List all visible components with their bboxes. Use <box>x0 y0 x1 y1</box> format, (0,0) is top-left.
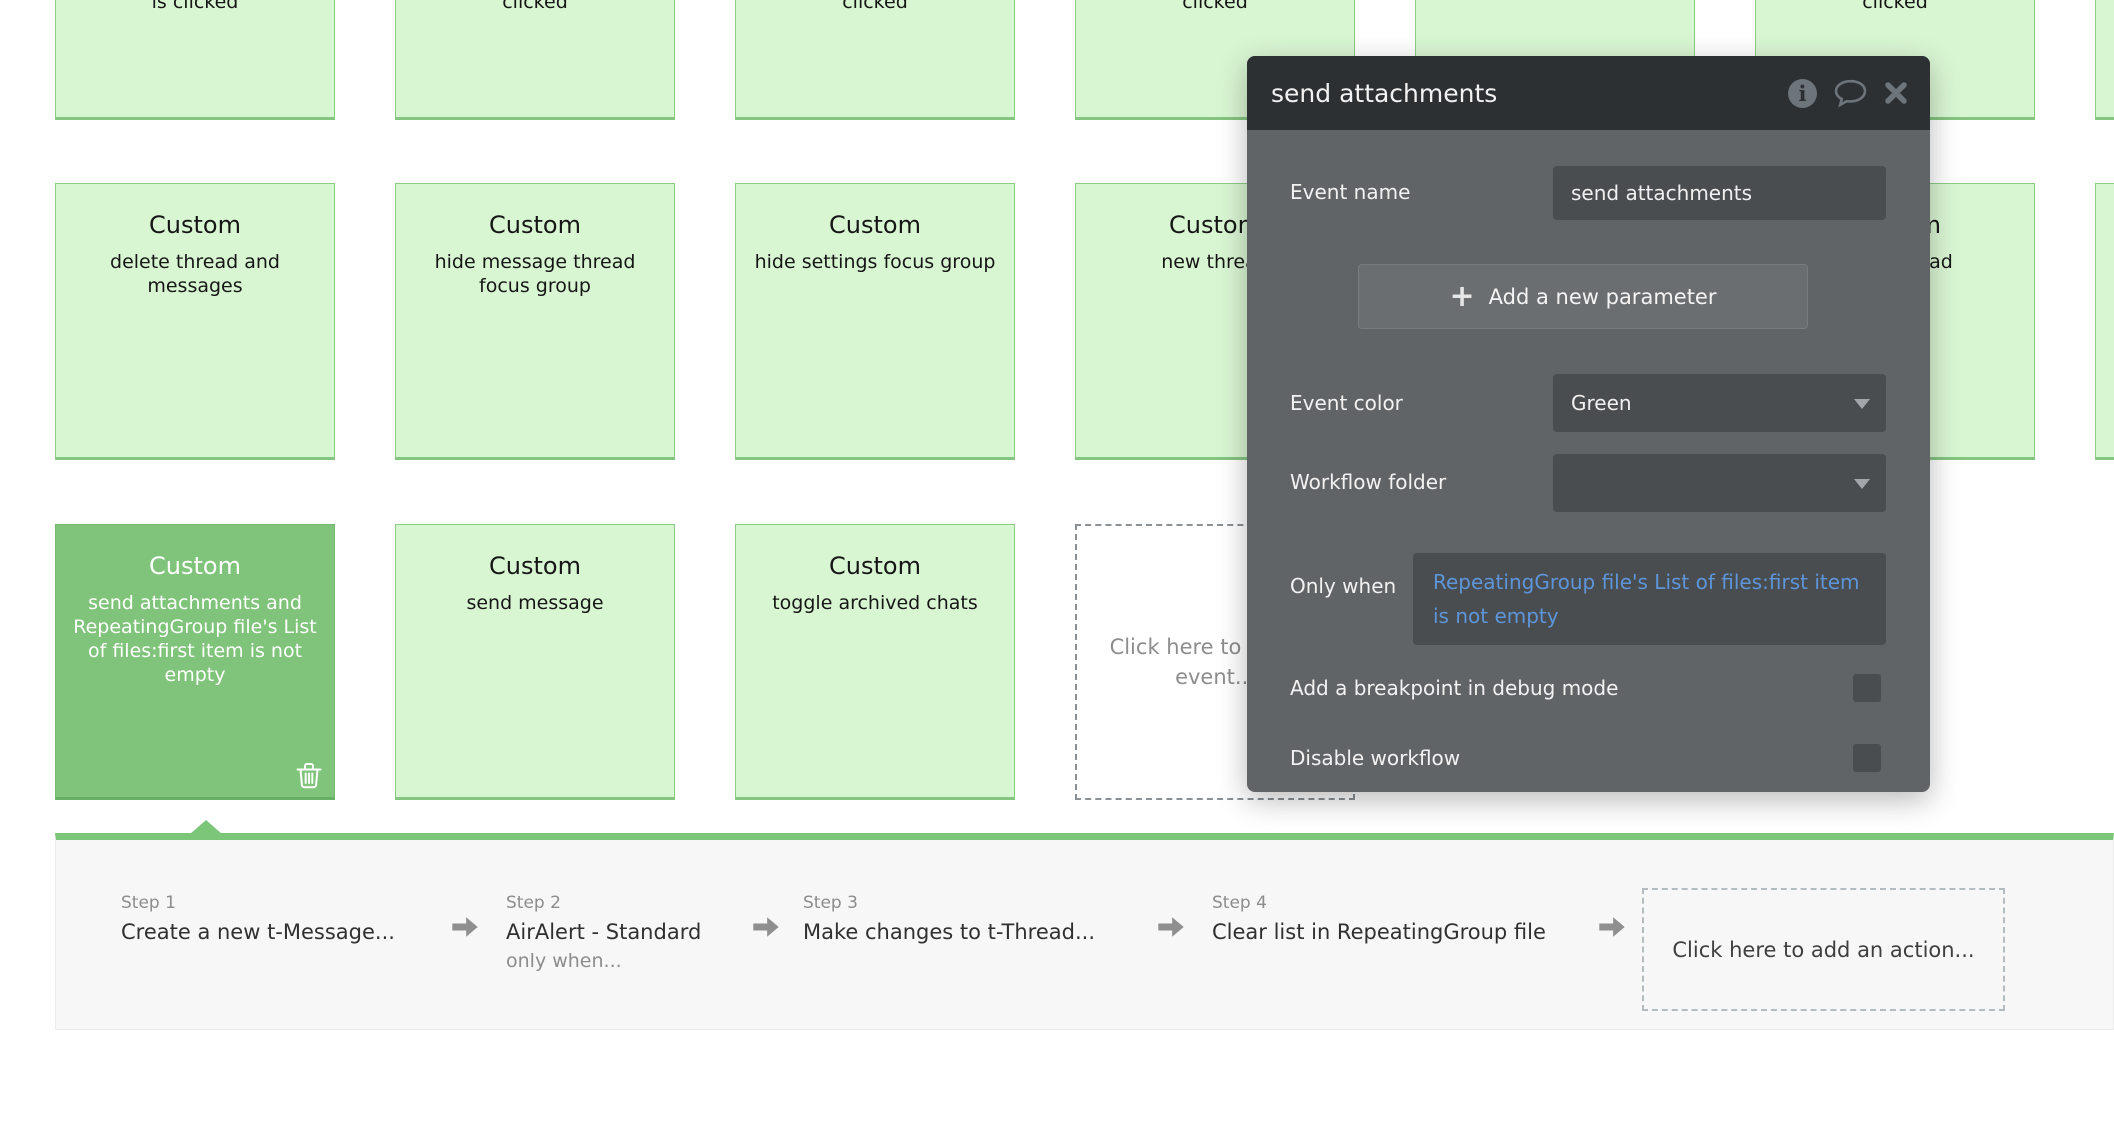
step-title: Create a new t-Message... <box>121 918 395 946</box>
breakpoint-checkbox[interactable] <box>1853 674 1881 702</box>
popup-header[interactable]: send attachments i <box>1247 56 1930 130</box>
event-card-selected[interactable]: Custom send attachments and RepeatingGro… <box>55 524 335 800</box>
add-action-placeholder[interactable]: Click here to add an action... <box>1642 888 2005 1011</box>
step-number: Step 3 <box>803 892 1095 914</box>
workflow-editor-canvas: is clicked clicked clicked clicked click… <box>0 0 2114 1124</box>
event-card-description: send message <box>409 591 661 615</box>
event-color-value: Green <box>1571 391 1632 415</box>
workflow-action-bar: Step 1 Create a new t-Message... Step 2 … <box>55 833 2114 1030</box>
workflow-step-3[interactable]: Step 3 Make changes to t-Thread... <box>803 892 1095 946</box>
step-arrow-icon <box>751 914 781 940</box>
event-properties-popup: send attachments i Event name + Add a ne… <box>1247 56 1930 792</box>
event-card[interactable]: Custom hide settings focus group <box>735 183 1015 460</box>
chevron-down-icon <box>1854 479 1870 489</box>
selected-event-caret <box>190 820 222 834</box>
event-card-type: Custom <box>396 551 674 581</box>
event-card-description: send attachments and RepeatingGroup file… <box>69 591 321 687</box>
event-card-description: hide message thread focus group <box>409 250 661 298</box>
event-card[interactable]: clicked <box>735 0 1015 120</box>
step-number: Step 2 <box>506 892 701 914</box>
workflow-step-1[interactable]: Step 1 Create a new t-Message... <box>121 892 395 946</box>
step-arrow-icon <box>1156 914 1186 940</box>
event-card[interactable]: Custom toggle archived chats <box>735 524 1015 800</box>
event-card-description: hide settings focus group <box>749 250 1001 274</box>
disable-workflow-label: Disable workflow <box>1290 744 1460 772</box>
info-icon[interactable]: i <box>1788 79 1817 108</box>
step-arrow-icon <box>450 914 480 940</box>
step-condition-note: only when... <box>506 949 701 973</box>
event-card-type: Custom <box>56 551 334 581</box>
event-card-description: clicked <box>749 0 1001 14</box>
event-card-description: is clicked <box>69 0 321 14</box>
event-card-description: clicked <box>409 0 661 14</box>
popup-title: send attachments <box>1271 79 1788 108</box>
comment-icon[interactable] <box>1834 79 1867 107</box>
event-card[interactable]: clicked <box>395 0 675 120</box>
step-number: Step 4 <box>1212 892 1546 914</box>
event-card-type: Custom <box>736 551 1014 581</box>
event-color-label: Event color <box>1290 389 1403 417</box>
event-card-description: toggle archived chats <box>749 591 1001 615</box>
event-card[interactable]: is clicked <box>55 0 335 120</box>
only-when-label: Only when <box>1290 572 1396 600</box>
step-title: Make changes to t-Thread... <box>803 918 1095 946</box>
event-card-type: Custom <box>736 210 1014 240</box>
only-when-expression[interactable]: RepeatingGroup file's List of files:firs… <box>1413 553 1886 645</box>
add-parameter-button[interactable]: + Add a new parameter <box>1358 264 1808 329</box>
add-parameter-label: Add a new parameter <box>1489 285 1717 309</box>
plus-icon: + <box>1450 282 1475 312</box>
event-card-type: Custom <box>56 210 334 240</box>
event-color-dropdown[interactable]: Green <box>1553 374 1886 432</box>
event-card[interactable]: Custom hide message thread focus group <box>395 183 675 460</box>
event-card-type: Custom <box>396 210 674 240</box>
disable-workflow-checkbox[interactable] <box>1853 744 1881 772</box>
workflow-step-4[interactable]: Step 4 Clear list in RepeatingGroup file <box>1212 892 1546 946</box>
event-name-input[interactable] <box>1553 166 1886 220</box>
close-icon[interactable] <box>1884 81 1908 105</box>
event-name-label: Event name <box>1290 178 1410 206</box>
workflow-folder-label: Workflow folder <box>1290 468 1446 496</box>
breakpoint-label: Add a breakpoint in debug mode <box>1290 674 1618 702</box>
step-title: AirAlert - Standard <box>506 918 701 946</box>
event-card-description: delete thread and messages <box>69 250 321 298</box>
workflow-step-2[interactable]: Step 2 AirAlert - Standard only when... <box>506 892 701 973</box>
only-when-value: RepeatingGroup file's List of files:firs… <box>1433 570 1860 628</box>
step-number: Step 1 <box>121 892 395 914</box>
event-card-description: clicked <box>1089 0 1341 14</box>
event-card-description: clicked <box>1769 0 2021 14</box>
event-card[interactable]: Custom delete thread and messages <box>55 183 335 460</box>
step-title: Clear list in RepeatingGroup file <box>1212 918 1546 946</box>
delete-event-trash-icon[interactable] <box>296 761 322 789</box>
event-card[interactable] <box>2095 0 2114 120</box>
event-card[interactable]: Custom send message <box>395 524 675 800</box>
step-arrow-icon <box>1597 914 1627 940</box>
chevron-down-icon <box>1854 399 1870 409</box>
workflow-folder-dropdown[interactable] <box>1553 454 1886 512</box>
add-action-label: Click here to add an action... <box>1672 938 1974 962</box>
event-card[interactable] <box>2095 183 2114 460</box>
